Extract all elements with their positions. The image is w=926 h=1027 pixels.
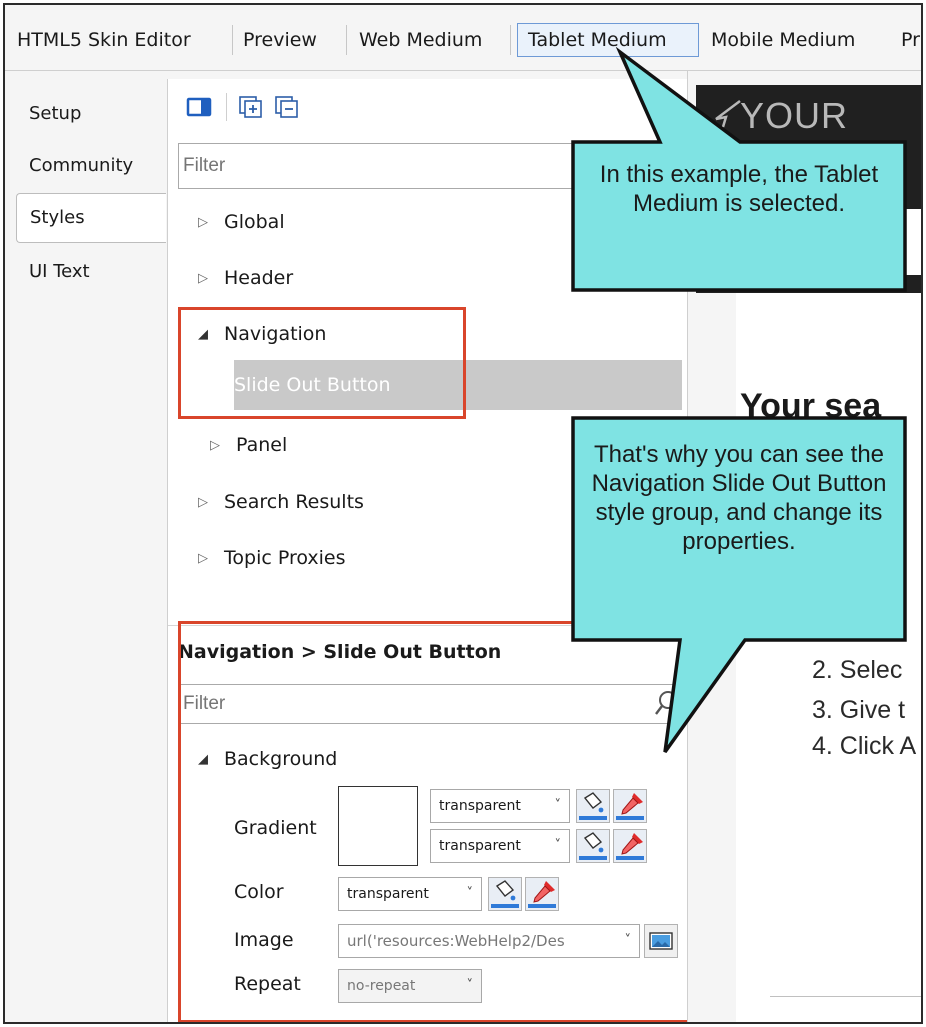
tab-preview[interactable]: Preview xyxy=(243,23,347,57)
side-tab-label: Styles xyxy=(30,207,85,228)
tab-mobile-medium[interactable]: Mobile Medium xyxy=(711,23,883,57)
preview-heading: Your sea xyxy=(740,387,882,425)
collapsed-arrow-icon[interactable]: ▷ xyxy=(210,426,236,466)
side-tab-label: Community xyxy=(29,155,134,176)
color-label: Color xyxy=(234,881,284,903)
tree-item-background[interactable]: ◢ Background xyxy=(198,739,337,779)
collapsed-arrow-icon[interactable]: ▷ xyxy=(198,203,224,243)
bottom-callout-text: That's why you can see the Navigation Sl… xyxy=(591,441,887,555)
search-icon[interactable] xyxy=(654,689,680,721)
preview-logo-text: YOUR xyxy=(740,95,849,136)
top-callout-text: In this example, the Tablet Medium is se… xyxy=(599,161,879,217)
tab-label: Mobile Medium xyxy=(711,29,856,51)
repeat-label: Repeat xyxy=(234,973,301,995)
color-picker-pin-icon[interactable] xyxy=(613,829,647,863)
tree-item-label: Background xyxy=(224,748,338,770)
panel-toggle-icon[interactable] xyxy=(186,95,212,119)
chevron-down-icon: ˅ xyxy=(554,798,562,813)
collapse-all-icon[interactable] xyxy=(274,95,300,119)
tree-item-search-results[interactable]: ▷ Search Results xyxy=(198,482,364,522)
fill-bucket-icon[interactable] xyxy=(488,877,522,911)
medium-tab-bar: HTML5 Skin Editor Preview Web Medium Tab… xyxy=(5,5,921,71)
tree-item-topic-proxies[interactable]: ▷ Topic Proxies xyxy=(198,538,346,578)
editor-side-tabs: Setup Community Styles UI Text xyxy=(5,71,166,1022)
tree-item-label: Slide Out Button xyxy=(234,374,391,396)
side-tab-ui-text[interactable]: UI Text xyxy=(5,247,163,297)
chevron-down-icon: ˅ xyxy=(466,886,474,901)
image-dropdown[interactable]: url('resources:WebHelp2/Des ˅ xyxy=(338,924,640,958)
tab-html5-skin-editor[interactable]: HTML5 Skin Editor xyxy=(17,23,233,57)
dropdown-value: transparent xyxy=(347,886,429,902)
collapsed-arrow-icon[interactable]: ▷ xyxy=(198,483,224,523)
repeat-dropdown[interactable]: no-repeat ˅ xyxy=(338,969,482,1003)
dropdown-value: transparent xyxy=(439,798,521,814)
dropdown-value: no-repeat xyxy=(347,978,416,994)
tree-item-slide-out-button[interactable]: Slide Out Button xyxy=(234,360,682,410)
toolbar-divider xyxy=(226,93,227,121)
preview-step: 2. Selec xyxy=(812,656,903,684)
image-browse-icon[interactable] xyxy=(644,924,678,958)
preview-search-bar xyxy=(726,209,921,275)
dropdown-value: url('resources:WebHelp2/Des xyxy=(347,932,565,950)
dropdown-value: transparent xyxy=(439,838,521,854)
expand-all-icon[interactable] xyxy=(238,95,264,119)
chevron-down-icon: ˅ xyxy=(466,978,474,993)
expanded-arrow-icon[interactable]: ◢ xyxy=(198,740,224,780)
chevron-down-icon: ˅ xyxy=(624,933,632,948)
chevron-down-icon: ˅ xyxy=(554,838,562,853)
side-tab-styles[interactable]: Styles xyxy=(16,193,166,243)
tab-tablet-medium[interactable]: Tablet Medium xyxy=(517,23,699,57)
tab-label: Web Medium xyxy=(359,29,483,51)
image-label: Image xyxy=(234,929,294,951)
preview-step: 3. Give t xyxy=(812,696,906,724)
tree-item-label: Global xyxy=(224,211,285,233)
tab-print-medium[interactable]: Pr xyxy=(901,23,921,57)
tab-label: Preview xyxy=(243,29,317,51)
gradient-preview-swatch[interactable] xyxy=(338,786,418,866)
panel-divider xyxy=(168,625,688,626)
preview-step: e xyxy=(812,618,826,646)
tree-item-label: Header xyxy=(224,267,294,289)
side-tab-label: UI Text xyxy=(29,261,90,282)
tree-item-global[interactable]: ▷ Global xyxy=(198,202,285,242)
expanded-arrow-icon[interactable]: ◢ xyxy=(198,315,224,355)
collapsed-arrow-icon[interactable]: ▷ xyxy=(198,259,224,299)
tab-web-medium[interactable]: Web Medium xyxy=(359,23,511,57)
side-tab-community[interactable]: Community xyxy=(5,141,163,191)
gradient-label: Gradient xyxy=(234,817,317,839)
collapsed-arrow-icon[interactable]: ▷ xyxy=(198,539,224,579)
tab-label: Tablet Medium xyxy=(528,29,667,51)
fill-bucket-icon[interactable] xyxy=(576,829,610,863)
tree-item-label: Topic Proxies xyxy=(224,547,346,569)
gradient-stop1-dropdown[interactable]: transparent ˅ xyxy=(430,789,570,823)
tree-item-label: Navigation xyxy=(224,323,327,345)
preview-step: 4. Click A xyxy=(812,732,917,760)
property-filter-input[interactable] xyxy=(178,684,678,724)
tree-item-label: Search Results xyxy=(224,491,364,513)
tree-item-panel[interactable]: ▷ Panel xyxy=(210,425,287,465)
fill-bucket-icon[interactable] xyxy=(576,789,610,823)
logo-icon xyxy=(714,99,742,133)
tree-item-header[interactable]: ▷ Header xyxy=(198,258,293,298)
gradient-stop2-dropdown[interactable]: transparent ˅ xyxy=(430,829,570,863)
color-picker-pin-icon[interactable] xyxy=(613,789,647,823)
side-tab-setup[interactable]: Setup xyxy=(5,89,163,139)
preview-divider xyxy=(770,996,921,997)
color-picker-pin-icon[interactable] xyxy=(525,877,559,911)
color-dropdown[interactable]: transparent ˅ xyxy=(338,877,482,911)
property-group-heading: Navigation > Slide Out Button xyxy=(178,641,502,663)
tree-item-navigation[interactable]: ◢ Navigation xyxy=(198,314,326,354)
tab-label: HTML5 Skin Editor xyxy=(17,29,191,51)
tree-item-label: Panel xyxy=(236,434,288,456)
tab-label: Pr xyxy=(901,29,920,51)
side-tab-label: Setup xyxy=(29,103,82,124)
